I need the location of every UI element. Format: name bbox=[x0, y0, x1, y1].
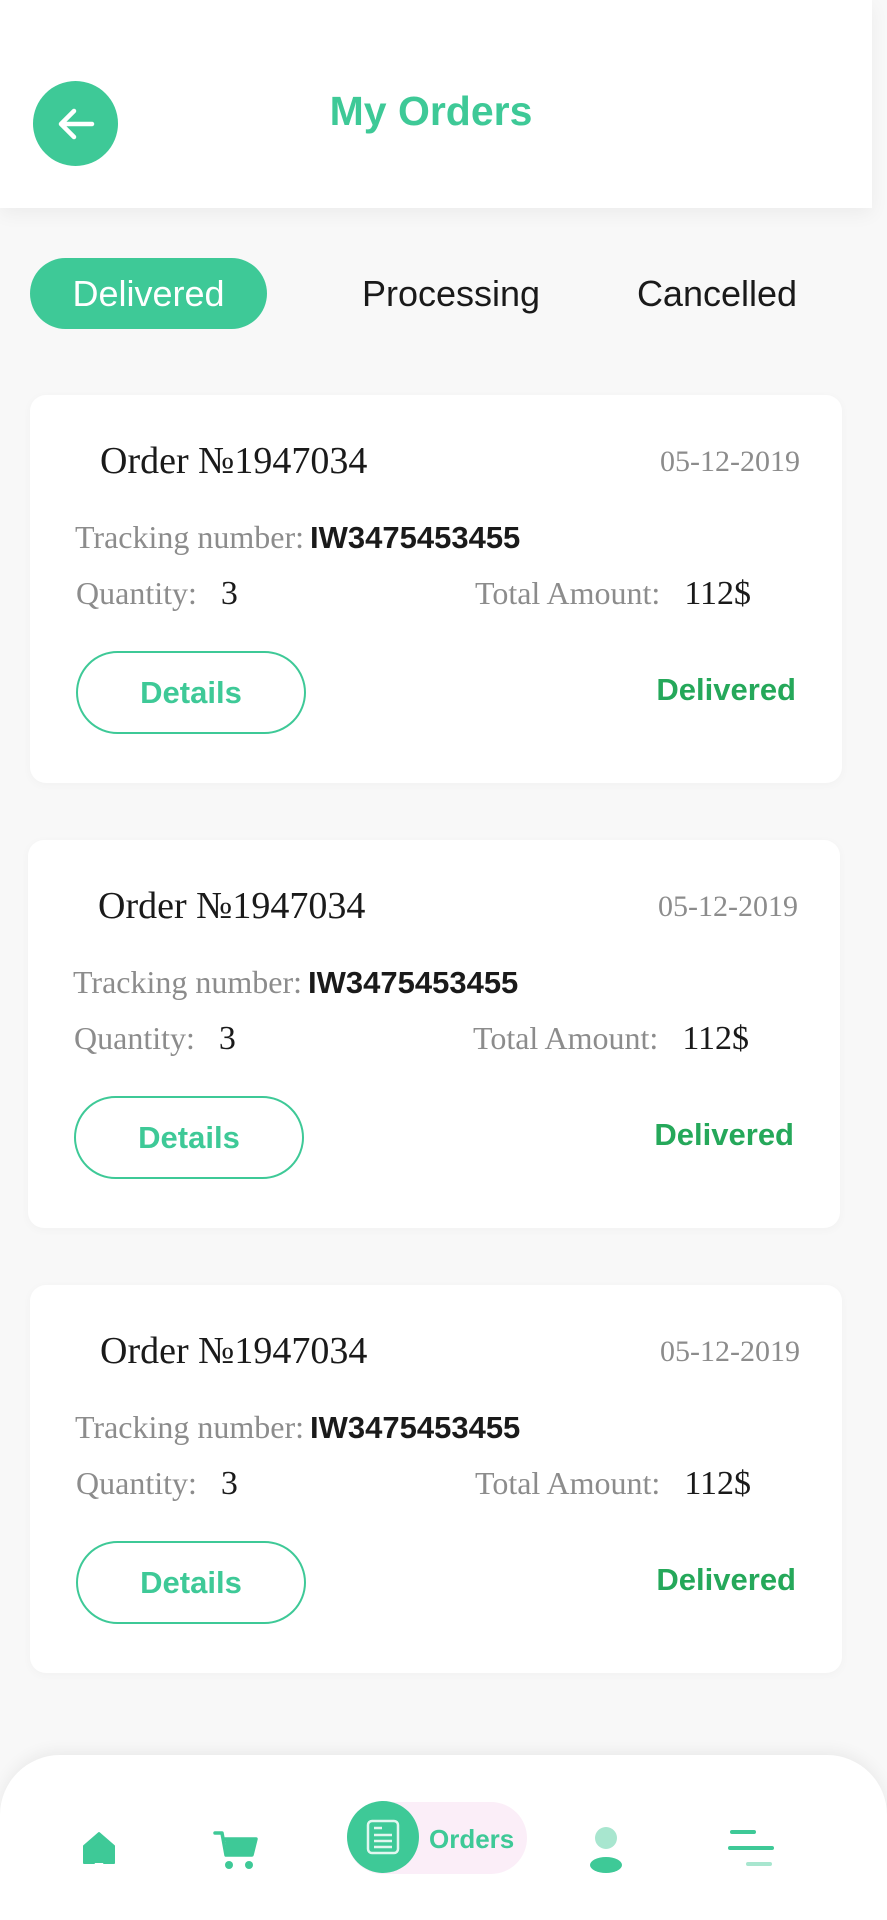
menu-icon bbox=[728, 1830, 774, 1866]
cart-icon bbox=[213, 1831, 258, 1869]
nav-profile[interactable] bbox=[582, 1821, 630, 1877]
page-title: My Orders bbox=[329, 88, 533, 134]
orders-icon bbox=[366, 1819, 400, 1855]
tracking-label: Tracking number: bbox=[75, 519, 305, 555]
nav-cart[interactable] bbox=[210, 1823, 262, 1875]
total-label: Total Amount: bbox=[475, 1465, 661, 1501]
quantity-label: Quantity: bbox=[74, 1020, 195, 1056]
total-value: 112$ bbox=[682, 1020, 750, 1057]
nav-menu[interactable] bbox=[725, 1825, 775, 1871]
total-value: 112$ bbox=[684, 575, 752, 612]
details-button[interactable]: Details bbox=[76, 651, 306, 734]
order-date: 05-12-2019 bbox=[660, 1335, 800, 1368]
order-date: 05-12-2019 bbox=[658, 890, 798, 923]
nav-home[interactable] bbox=[76, 1825, 122, 1871]
home-icon bbox=[83, 1832, 115, 1864]
orders-icon-badge bbox=[347, 1801, 419, 1873]
tracking-number: IW3475453455 bbox=[310, 520, 521, 555]
total-label: Total Amount: bbox=[475, 575, 661, 611]
status-tabs: Delivered Processing Cancelled bbox=[0, 258, 887, 330]
back-button[interactable] bbox=[33, 81, 118, 166]
tracking-row: Tracking number: IW3475453455 bbox=[75, 1409, 520, 1446]
order-number: Order №1947034 bbox=[98, 885, 366, 927]
status-label: Delivered bbox=[654, 1117, 794, 1152]
order-date: 05-12-2019 bbox=[660, 445, 800, 478]
quantity-value: 3 bbox=[218, 1020, 236, 1057]
order-number: Order №1947034 bbox=[100, 440, 368, 482]
bottom-nav: Orders bbox=[0, 1755, 887, 1920]
total-value: 112$ bbox=[684, 1465, 752, 1502]
order-card: Order №1947034 05-12-2019 Tracking numbe… bbox=[30, 1285, 842, 1673]
total-row: Total Amount: 112$ bbox=[473, 1020, 749, 1058]
arrow-left-icon bbox=[58, 108, 94, 139]
tracking-number: IW3475453455 bbox=[308, 965, 519, 1000]
status-label: Delivered bbox=[656, 672, 796, 707]
tracking-row: Tracking number: IW3475453455 bbox=[73, 964, 518, 1001]
total-label: Total Amount: bbox=[473, 1020, 659, 1056]
quantity-label: Quantity: bbox=[76, 1465, 197, 1501]
quantity-row: Quantity: 3 bbox=[76, 1465, 238, 1503]
tab-cancelled[interactable]: Cancelled bbox=[612, 258, 822, 329]
tracking-label: Tracking number: bbox=[75, 1409, 305, 1445]
quantity-value: 3 bbox=[220, 1465, 238, 1502]
total-row: Total Amount: 112$ bbox=[475, 575, 751, 613]
orders-screen: My Orders Delivered Processing Cancelled… bbox=[0, 0, 887, 1920]
total-row: Total Amount: 112$ bbox=[475, 1465, 751, 1503]
order-card: Order №1947034 05-12-2019 Tracking numbe… bbox=[30, 395, 842, 783]
quantity-row: Quantity: 3 bbox=[76, 575, 238, 613]
details-button[interactable]: Details bbox=[76, 1541, 306, 1624]
tracking-row: Tracking number: IW3475453455 bbox=[75, 519, 520, 556]
nav-orders[interactable]: Orders bbox=[347, 1801, 527, 1874]
tracking-label: Tracking number: bbox=[73, 964, 303, 1000]
status-label: Delivered bbox=[656, 1562, 796, 1597]
quantity-value: 3 bbox=[220, 575, 238, 612]
details-button[interactable]: Details bbox=[74, 1096, 304, 1179]
profile-icon bbox=[590, 1827, 622, 1873]
order-number: Order №1947034 bbox=[100, 1330, 368, 1372]
quantity-label: Quantity: bbox=[76, 575, 197, 611]
header: My Orders bbox=[0, 0, 872, 208]
order-card: Order №1947034 05-12-2019 Tracking numbe… bbox=[28, 840, 840, 1228]
quantity-row: Quantity: 3 bbox=[74, 1020, 236, 1058]
nav-orders-label: Orders bbox=[429, 1824, 515, 1854]
tab-delivered[interactable]: Delivered bbox=[30, 258, 267, 329]
tab-processing[interactable]: Processing bbox=[340, 258, 562, 329]
tracking-number: IW3475453455 bbox=[310, 1410, 521, 1445]
